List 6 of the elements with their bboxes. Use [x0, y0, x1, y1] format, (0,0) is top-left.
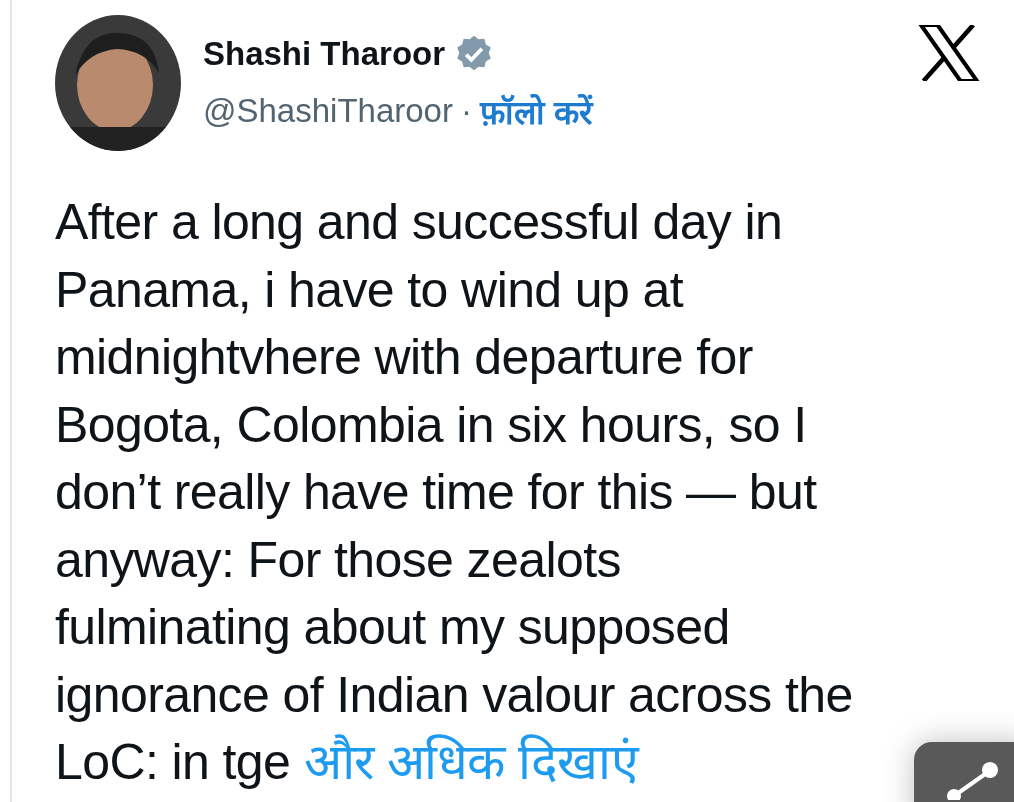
x-logo-icon[interactable]	[918, 25, 980, 81]
separator-dot: ·	[460, 92, 472, 130]
tweet-text: After a long and successful day in Panama, i have to wind up at midnightvhere with departure for Bogota, Colombia in six hours, so I don’t really have time for this — but anyway: For those zealots fulminating about my supposed ignorance of Indian valour across the LoC: in tge और अधिक दिखाएं	[55, 193, 853, 792]
author-name[interactable]: Shashi Tharoor	[203, 34, 446, 73]
author-handle[interactable]: @ShashiTharoor	[203, 92, 453, 130]
follow-link[interactable]: फ़ॉलो करें	[479, 88, 594, 134]
